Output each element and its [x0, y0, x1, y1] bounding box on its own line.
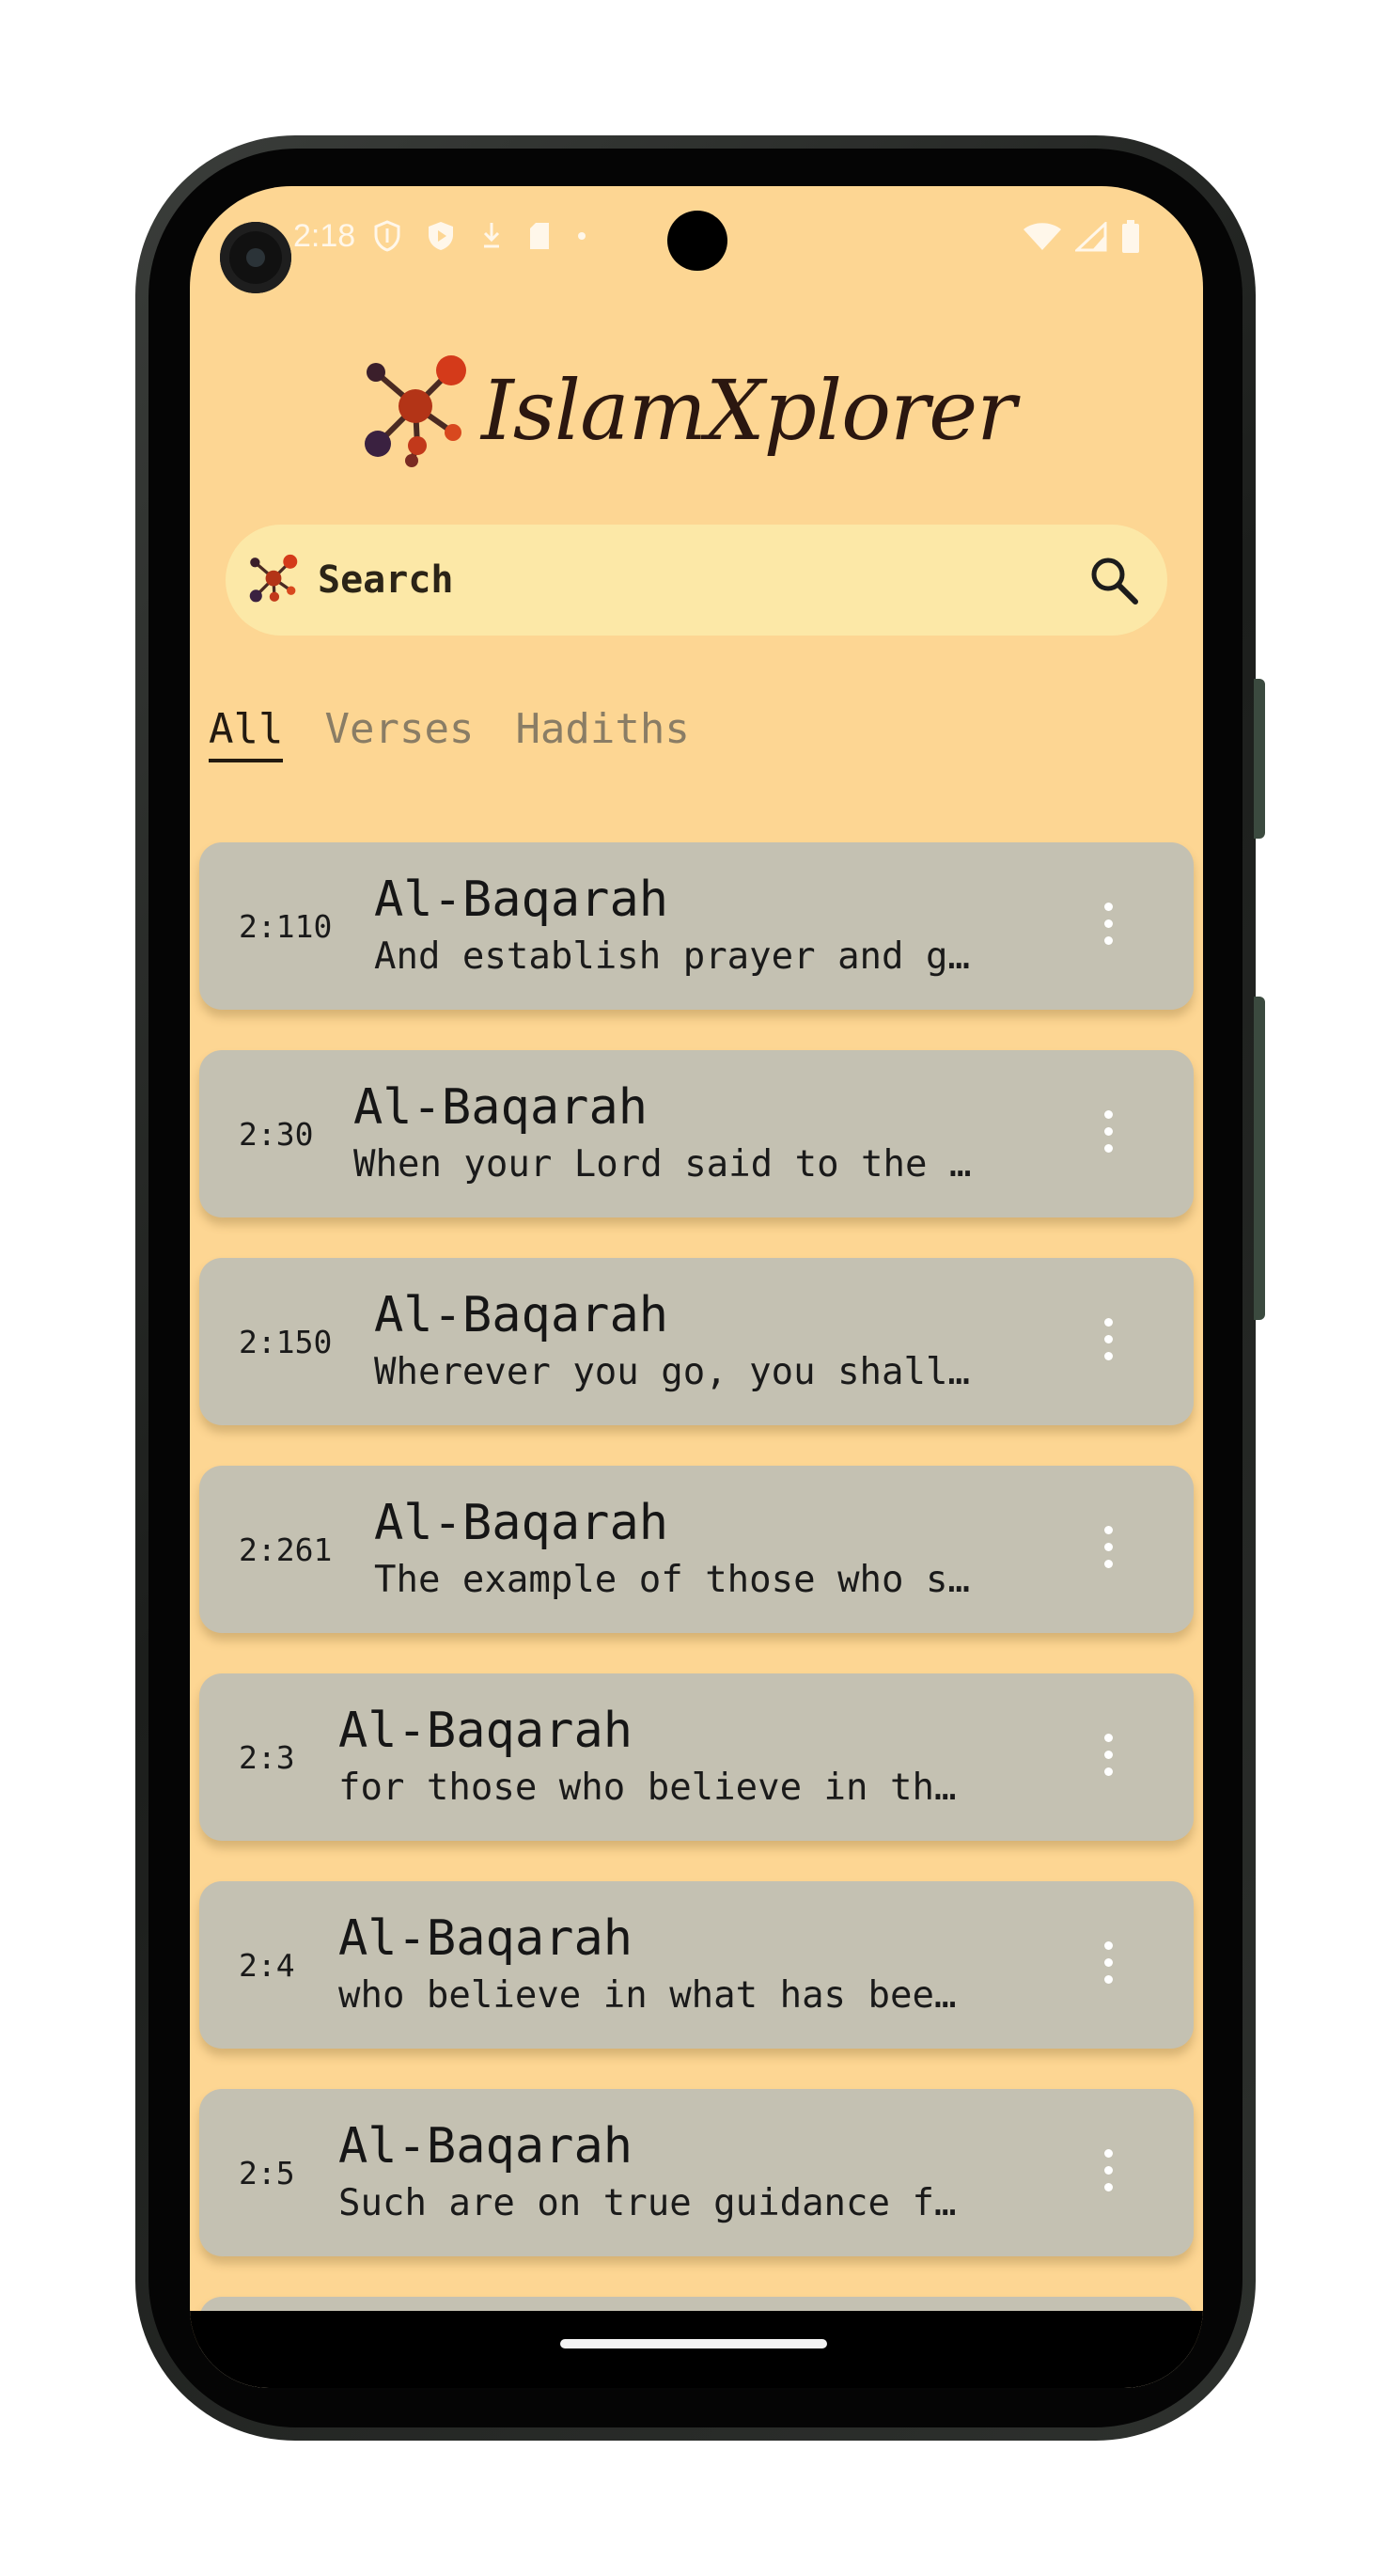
verse-reference: 2:5 — [239, 2154, 295, 2191]
surah-name: Al-Baqarah — [374, 1495, 669, 1551]
search-logo-icon — [249, 554, 298, 603]
more-options-icon[interactable] — [1102, 1734, 1115, 1781]
download-icon — [483, 223, 500, 248]
status-time: 2:18 — [293, 218, 356, 254]
app-screen: 2:18 IslamXplorer Search All Verses Hadi… — [190, 186, 1203, 2388]
verse-reference: 2:150 — [239, 1323, 333, 1360]
tab-hadiths[interactable]: Hadiths — [515, 705, 689, 762]
result-text: Al-Baqarah And establish prayer and g… — [374, 871, 1032, 985]
results-list: 2:110 Al-Baqarah And establish prayer an… — [199, 842, 1194, 2388]
surah-name: Al-Baqarah — [338, 1910, 633, 1967]
more-options-icon[interactable] — [1102, 1318, 1115, 1365]
verse-snippet: Such are on true guidance f… — [338, 2182, 957, 2224]
verse-snippet: for those who believe in th… — [338, 1767, 957, 1809]
verse-snippet: When your Lord said to the … — [353, 1143, 972, 1186]
verse-reference: 2:4 — [239, 1946, 295, 1984]
verse-reference: 2:110 — [239, 907, 333, 945]
result-text: Al-Baqarah for those who believe in th… — [338, 1702, 1024, 1816]
surah-name: Al-Baqarah — [374, 872, 669, 928]
volume-button — [1254, 997, 1265, 1320]
result-text: Al-Baqarah The example of those who s… — [374, 1494, 1032, 1609]
app-title: IslamXplorer — [481, 361, 1016, 459]
play-shield-icon — [429, 222, 453, 250]
search-icon[interactable] — [1088, 555, 1139, 605]
more-options-icon[interactable] — [1102, 1526, 1115, 1573]
more-options-icon[interactable] — [1102, 903, 1115, 950]
surah-name: Al-Baqarah — [338, 1703, 633, 1759]
verse-snippet: who believe in what has bee… — [338, 1974, 957, 2017]
molecule-logo-icon — [365, 355, 466, 467]
more-options-icon[interactable] — [1102, 1110, 1115, 1157]
surah-name: Al-Baqarah — [353, 1079, 649, 1136]
gesture-nav-bar — [190, 2311, 1203, 2388]
wifi-icon — [1024, 223, 1061, 250]
result-card[interactable]: 2:150 Al-Baqarah Wherever you go, you sh… — [199, 1258, 1194, 1425]
more-options-icon[interactable] — [1102, 2149, 1115, 2196]
front-camera — [220, 222, 291, 293]
surah-name: Al-Baqarah — [374, 1287, 669, 1343]
battery-icon — [1122, 220, 1139, 253]
home-handle[interactable] — [560, 2339, 827, 2348]
verse-reference: 2:261 — [239, 1531, 333, 1568]
more-options-icon[interactable] — [1102, 1941, 1115, 1988]
result-card[interactable]: 2:110 Al-Baqarah And establish prayer an… — [199, 842, 1194, 1010]
dot-icon — [578, 232, 586, 240]
result-text: Al-Baqarah Such are on true guidance f… — [338, 2117, 1024, 2232]
app-logo: IslamXplorer — [359, 344, 1016, 476]
surah-name: Al-Baqarah — [338, 2118, 633, 2175]
result-text: Al-Baqarah Wherever you go, you shall… — [374, 1286, 1032, 1401]
result-card[interactable]: 2:261 Al-Baqarah The example of those wh… — [199, 1466, 1194, 1633]
result-text: Al-Baqarah When your Lord said to the … — [353, 1078, 1032, 1193]
verse-snippet: The example of those who s… — [374, 1559, 970, 1601]
result-card[interactable]: 2:5 Al-Baqarah Such are on true guidance… — [199, 2089, 1194, 2256]
search-input[interactable]: Search — [318, 558, 454, 602]
shield-icon — [374, 220, 400, 252]
result-card[interactable]: 2:3 Al-Baqarah for those who believe in … — [199, 1673, 1194, 1841]
signal-icon — [1075, 222, 1107, 252]
punch-hole-camera — [667, 211, 727, 271]
status-system-icons — [1023, 220, 1141, 254]
verse-reference: 2:30 — [239, 1115, 314, 1153]
status-bar: 2:18 — [190, 186, 1203, 293]
result-card[interactable]: 2:4 Al-Baqarah who believe in what has b… — [199, 1881, 1194, 2049]
verse-snippet: Wherever you go, you shall… — [374, 1351, 970, 1393]
status-notification-icons — [374, 220, 586, 252]
sd-card-icon — [530, 223, 549, 249]
power-button — [1254, 679, 1265, 839]
result-text: Al-Baqarah who believe in what has bee… — [338, 1909, 1024, 2024]
search-bar[interactable]: Search — [226, 525, 1167, 636]
verse-snippet: And establish prayer and g… — [374, 935, 970, 978]
tab-all[interactable]: All — [209, 705, 284, 762]
filter-tabs: All Verses Hadiths — [209, 705, 690, 762]
result-card[interactable]: 2:30 Al-Baqarah When your Lord said to t… — [199, 1050, 1194, 1217]
verse-reference: 2:3 — [239, 1738, 295, 1776]
tab-verses[interactable]: Verses — [324, 705, 474, 762]
